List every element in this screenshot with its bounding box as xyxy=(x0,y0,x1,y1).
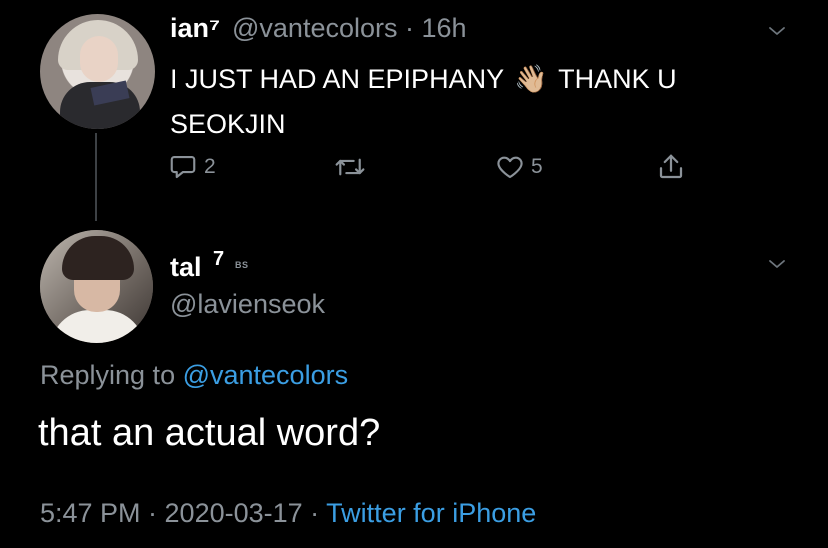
tweet1-display-name[interactable]: ian⁷ xyxy=(170,13,220,44)
tweet1-handle-time[interactable]: @vantecolors · 16h xyxy=(232,13,467,44)
tweet2-display-name[interactable]: tal xyxy=(170,252,202,283)
tweet1-text-line1-end: THANK U xyxy=(558,64,677,94)
thread-connector-line xyxy=(95,133,97,221)
avatar-vantecolors[interactable] xyxy=(40,14,155,129)
reply-button[interactable]: 2 xyxy=(168,150,216,184)
replying-prefix: Replying to xyxy=(40,360,183,390)
reply-count: 2 xyxy=(204,155,216,178)
like-button[interactable]: 5 xyxy=(495,150,543,184)
tweet2-metadata: 5:47 PM · 2020-03-17 · Twitter for iPhon… xyxy=(40,498,536,529)
retweet-button[interactable] xyxy=(333,150,367,184)
tweet2-timestamp[interactable]: 5:47 PM · 2020-03-17 · xyxy=(40,498,326,528)
share-button[interactable] xyxy=(656,150,686,184)
replying-handle-link[interactable]: @vantecolors xyxy=(183,360,348,390)
tweet2-text: that an actual word? xyxy=(38,412,381,454)
tweet2-handle[interactable]: @lavienseok xyxy=(170,289,325,320)
like-count: 5 xyxy=(531,155,543,178)
avatar-lavienseok[interactable] xyxy=(40,230,153,343)
tweet1-text: I JUST HAD AN EPIPHANY 👋🏼 THANK U SEOKJI… xyxy=(170,57,790,147)
chevron-down-icon[interactable] xyxy=(768,22,786,40)
replying-to-line: Replying to @vantecolors xyxy=(40,360,348,391)
tweet2-name-superscript: 7 xyxy=(213,248,225,270)
retweet-icon xyxy=(333,152,367,182)
share-icon xyxy=(656,152,686,182)
chevron-down-icon[interactable] xyxy=(768,255,786,273)
tweet2-name-badge: BS xyxy=(235,260,249,270)
tweet1-text-line2: SEOKJIN xyxy=(170,109,286,139)
like-icon xyxy=(495,152,525,182)
tweet1-text-line1: I JUST HAD AN EPIPHANY xyxy=(170,64,504,94)
reply-icon xyxy=(168,152,198,182)
tweet2-source-link[interactable]: Twitter for iPhone xyxy=(326,498,536,528)
waving-hand-emoji: 👋🏼 xyxy=(514,64,548,94)
